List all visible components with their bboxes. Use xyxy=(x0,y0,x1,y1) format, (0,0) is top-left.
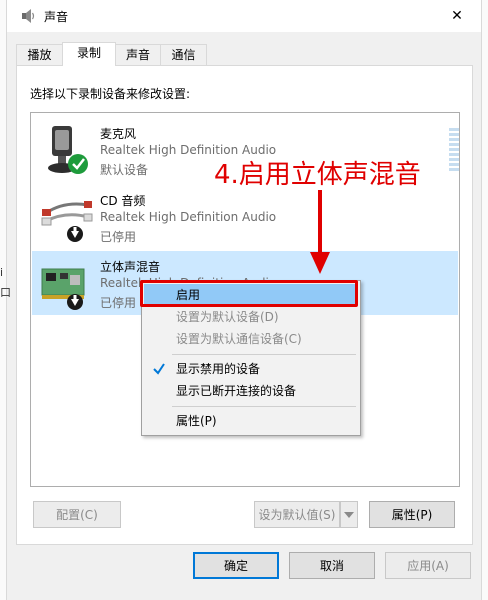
device-status: 已停用 xyxy=(100,230,137,244)
annotation-arrow-icon xyxy=(310,190,330,274)
level-meter xyxy=(449,128,459,176)
instruction-text: 选择以下录制设备来修改设置: xyxy=(30,87,191,101)
device-description: Realtek High Definition Audio xyxy=(100,210,277,224)
set-default-dropdown[interactable] xyxy=(340,501,358,528)
speaker-icon xyxy=(22,9,35,23)
default-check-icon xyxy=(68,154,88,174)
device-status: 已停用 xyxy=(100,296,137,310)
ok-button[interactable]: 确定 xyxy=(193,552,279,579)
configure-button[interactable]: 配置(C) xyxy=(33,501,121,528)
tab-sounds[interactable]: 声音 xyxy=(115,44,161,65)
microphone-icon xyxy=(48,126,88,174)
annotation-label: 4.启用立体声混音 xyxy=(214,160,421,190)
sound-card-icon xyxy=(41,268,85,310)
menu-separator xyxy=(172,354,356,355)
cd-audio-cable-icon xyxy=(41,201,93,242)
set-default-button[interactable]: 设为默认值(S) xyxy=(254,501,340,528)
menu-item-show-disabled[interactable]: 显示禁用的设备 xyxy=(144,358,356,380)
background-window-edge-left: i 口 xyxy=(0,0,11,600)
tab-recording[interactable]: 录制 xyxy=(62,42,116,66)
chevron-down-icon xyxy=(344,512,354,518)
properties-button[interactable]: 属性(P) xyxy=(369,501,455,528)
device-row-cd-audio[interactable]: CD 音频 Realtek High Definition Audio 已停用 xyxy=(32,185,458,249)
background-window-edge-right xyxy=(481,0,488,600)
annotation-highlight-box xyxy=(140,280,358,307)
menu-separator xyxy=(172,406,356,407)
tab-communications[interactable]: 通信 xyxy=(160,44,207,65)
title-bar[interactable]: 声音 ✕ xyxy=(7,0,481,32)
menu-item-show-disconnected[interactable]: 显示已断开连接的设备 xyxy=(144,380,356,402)
apply-button[interactable]: 应用(A) xyxy=(385,552,471,579)
device-name: CD 音频 xyxy=(100,194,146,208)
device-name: 麦克风 xyxy=(100,127,137,141)
cancel-button[interactable]: 取消 xyxy=(289,552,375,579)
device-name: 立体声混音 xyxy=(100,260,161,274)
menu-item-properties[interactable]: 属性(P) xyxy=(144,410,356,432)
menu-item-set-default-device[interactable]: 设置为默认设备(D) xyxy=(144,306,356,328)
close-button[interactable]: ✕ xyxy=(437,0,477,32)
close-icon: ✕ xyxy=(451,8,463,24)
tab-playback[interactable]: 播放 xyxy=(16,44,63,65)
menu-item-set-default-communication[interactable]: 设置为默认通信设备(C) xyxy=(144,328,356,350)
window-title: 声音 xyxy=(44,10,69,24)
background-text-fragment: 口 xyxy=(0,286,11,299)
checkmark-icon xyxy=(153,363,165,375)
device-status: 默认设备 xyxy=(100,163,149,177)
background-text-fragment: i xyxy=(0,266,4,279)
